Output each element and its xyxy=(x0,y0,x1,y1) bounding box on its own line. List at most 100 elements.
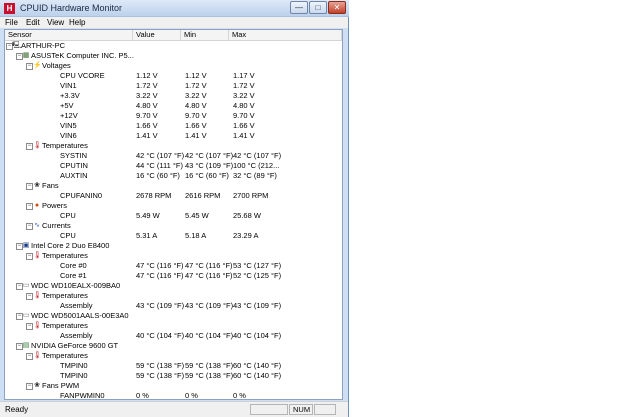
sensor-name: VIN5 xyxy=(60,121,77,130)
sensor-row[interactable]: CPU VCORE 1.12 V 1.12 V 1.17 V xyxy=(5,71,342,81)
sensor-name: CPU xyxy=(60,231,76,240)
status-bar: Ready NUM xyxy=(0,401,348,417)
sensor-value: 47 °C (116 °F) xyxy=(136,271,184,280)
sensor-name: Core #0 xyxy=(60,261,87,270)
collapse-toggle-icon[interactable]: − xyxy=(26,143,33,150)
sensor-row[interactable]: SYSTIN 42 °C (107 °F) 42 °C (107 °F) 42 °C … xyxy=(5,151,342,161)
voltage-icon: ⚡ xyxy=(33,62,42,69)
collapse-toggle-icon[interactable]: − xyxy=(26,253,33,260)
status-panel xyxy=(250,404,288,415)
tree-node[interactable]: − 🌡 Temperatures xyxy=(5,291,342,301)
sensor-name: WDC WD5001AALS-00E3A0 xyxy=(31,311,129,320)
collapse-toggle-icon[interactable]: − xyxy=(26,323,33,330)
tree-node[interactable]: − ▭ WDC WD10EALX-009BA0 xyxy=(5,281,342,291)
sensor-min: 1.41 V xyxy=(185,131,207,140)
tree-node[interactable]: − ⚡ Voltages xyxy=(5,61,342,71)
sensor-value: 47 °C (116 °F) xyxy=(136,261,184,270)
sensor-max: 23.29 A xyxy=(233,231,259,240)
tree-node[interactable]: − ▭ WDC WD5001AALS-00E3A0 xyxy=(5,311,342,321)
sensor-tree[interactable]: Sensor Value Min Max − 🖳 ARTHUR-PC − ▦ ASUSTe… xyxy=(4,29,343,400)
sensor-row[interactable]: Assembly 43 °C (109 °F) 43 °C (109 °F) 43 °… xyxy=(5,301,342,311)
sensor-row[interactable]: +12V 9.70 V 9.70 V 9.70 V xyxy=(5,111,342,121)
sensor-name: Fans PWM xyxy=(42,381,80,390)
sensor-value: 4.80 V xyxy=(136,101,158,110)
sensor-min: 2616 RPM xyxy=(185,191,221,200)
thermometer-icon: 🌡 xyxy=(33,252,42,259)
sensor-min: 5.18 A xyxy=(185,231,207,240)
collapse-toggle-icon[interactable]: − xyxy=(26,353,33,360)
column-value[interactable]: Value xyxy=(133,30,181,40)
tree-node[interactable]: − ● Powers xyxy=(5,201,342,211)
collapse-toggle-icon[interactable]: − xyxy=(26,203,33,210)
sensor-max: 100 °C (212... xyxy=(233,161,280,170)
column-min[interactable]: Min xyxy=(181,30,229,40)
tree-node[interactable]: − ∿ Currents xyxy=(5,221,342,231)
sensor-name: Temperatures xyxy=(42,251,88,260)
tree-node[interactable]: − 🖳 ARTHUR-PC xyxy=(5,41,342,51)
sensor-row[interactable]: +5V 4.80 V 4.80 V 4.80 V xyxy=(5,101,342,111)
tree-node[interactable]: − ❀ Fans xyxy=(5,181,342,191)
sensor-min: 47 °C (116 °F) xyxy=(185,271,233,280)
sensor-row[interactable]: AUXTIN 16 °C (60 °F) 16 °C (60 °F) 32 °C (8… xyxy=(5,171,342,181)
maximize-button[interactable]: □ xyxy=(309,1,327,14)
menu-view[interactable]: View xyxy=(47,17,64,28)
menu-file[interactable]: File xyxy=(5,17,18,28)
tree-node[interactable]: − 🌡 Temperatures xyxy=(5,321,342,331)
minimize-button[interactable]: — xyxy=(290,1,308,14)
sensor-min: 59 °C (138 °F) xyxy=(185,361,234,370)
sensor-max: 1.72 V xyxy=(233,81,255,90)
sensor-row[interactable]: TMPIN0 59 °C (138 °F) 59 °C (138 °F) 60 °C … xyxy=(5,371,342,381)
sensor-name: CPU VCORE xyxy=(60,71,105,80)
sensor-row[interactable]: Assembly 40 °C (104 °F) 40 °C (104 °F) 40 °… xyxy=(5,331,342,341)
title-bar[interactable]: H CPUID Hardware Monitor — □ ✕ xyxy=(0,0,349,17)
close-button[interactable]: ✕ xyxy=(328,1,346,14)
column-sensor[interactable]: Sensor xyxy=(5,30,133,40)
collapse-toggle-icon[interactable]: − xyxy=(26,293,33,300)
sensor-max: 52 °C (125 °F) xyxy=(233,271,282,280)
sensor-row[interactable]: CPUFANIN0 2678 RPM 2616 RPM 2700 RPM xyxy=(5,191,342,201)
sensor-row[interactable]: CPUTIN 44 °C (111 °F) 43 °C (109 °F) 100 °C… xyxy=(5,161,342,171)
sensor-value: 44 °C (111 °F) xyxy=(136,161,183,170)
tree-node[interactable]: − ▦ ASUSTeK Computer INC. P5... xyxy=(5,51,342,61)
maximize-icon: □ xyxy=(315,3,321,12)
menu-help[interactable]: Help xyxy=(69,17,85,28)
sensor-value: 3.22 V xyxy=(136,91,158,100)
sensor-row[interactable]: VIN5 1.66 V 1.66 V 1.66 V xyxy=(5,121,342,131)
sensor-min: 3.22 V xyxy=(185,91,207,100)
collapse-toggle-icon[interactable]: − xyxy=(26,183,33,190)
tree-node[interactable]: − ▣ Intel Core 2 Duo E8400 xyxy=(5,241,342,251)
sensor-row[interactable]: TMPIN0 59 °C (138 °F) 59 °C (138 °F) 60 °C … xyxy=(5,361,342,371)
sensor-name: ARTHUR-PC xyxy=(21,41,66,50)
sensor-min: 0 % xyxy=(185,391,198,400)
sensor-value: 1.12 V xyxy=(136,71,158,80)
sensor-min: 1.66 V xyxy=(185,121,207,130)
tree-node[interactable]: − 🌡 Temperatures xyxy=(5,251,342,261)
collapse-toggle-icon[interactable]: − xyxy=(26,223,33,230)
minimize-icon: — xyxy=(295,3,303,12)
thermometer-icon: 🌡 xyxy=(33,322,42,329)
tree-node[interactable]: − 🌡 Temperatures xyxy=(5,351,342,361)
menu-edit[interactable]: Edit xyxy=(26,17,40,28)
sensor-min: 1.12 V xyxy=(185,71,207,80)
collapse-toggle-icon[interactable]: − xyxy=(26,63,33,70)
fan-icon: ❀ xyxy=(34,182,40,189)
sensor-name: Voltages xyxy=(42,61,71,70)
sensor-row[interactable]: CPU 5.31 A 5.18 A 23.29 A xyxy=(5,231,342,241)
sensor-value: 9.70 V xyxy=(136,111,158,120)
sensor-max: 53 °C (127 °F) xyxy=(233,261,282,270)
tree-node[interactable]: − 🌡 Temperatures xyxy=(5,141,342,151)
tree-node[interactable]: − ❀ Fans PWM xyxy=(5,381,342,391)
sensor-row[interactable]: Core #1 47 °C (116 °F) 47 °C (116 °F) 52 °C… xyxy=(5,271,342,281)
sensor-name: +3.3V xyxy=(60,91,80,100)
sensor-row[interactable]: VIN1 1.72 V 1.72 V 1.72 V xyxy=(5,81,342,91)
sensor-row[interactable]: FANPWMIN0 0 % 0 % 0 % xyxy=(5,391,342,400)
sensor-row[interactable]: VIN6 1.41 V 1.41 V 1.41 V xyxy=(5,131,342,141)
sensor-row[interactable]: Core #0 47 °C (116 °F) 47 °C (116 °F) 53 °C… xyxy=(5,261,342,271)
tree-node[interactable]: − ▤ NVIDIA GeForce 9600 GT xyxy=(5,341,342,351)
sensor-row[interactable]: +3.3V 3.22 V 3.22 V 3.22 V xyxy=(5,91,342,101)
sensor-row[interactable]: CPU 5.49 W 5.45 W 25.68 W xyxy=(5,211,342,221)
sensor-name: NVIDIA GeForce 9600 GT xyxy=(31,341,119,350)
collapse-toggle-icon[interactable]: − xyxy=(26,383,33,390)
column-max[interactable]: Max xyxy=(229,30,342,40)
sensor-value: 40 °C (104 °F) xyxy=(136,331,185,340)
